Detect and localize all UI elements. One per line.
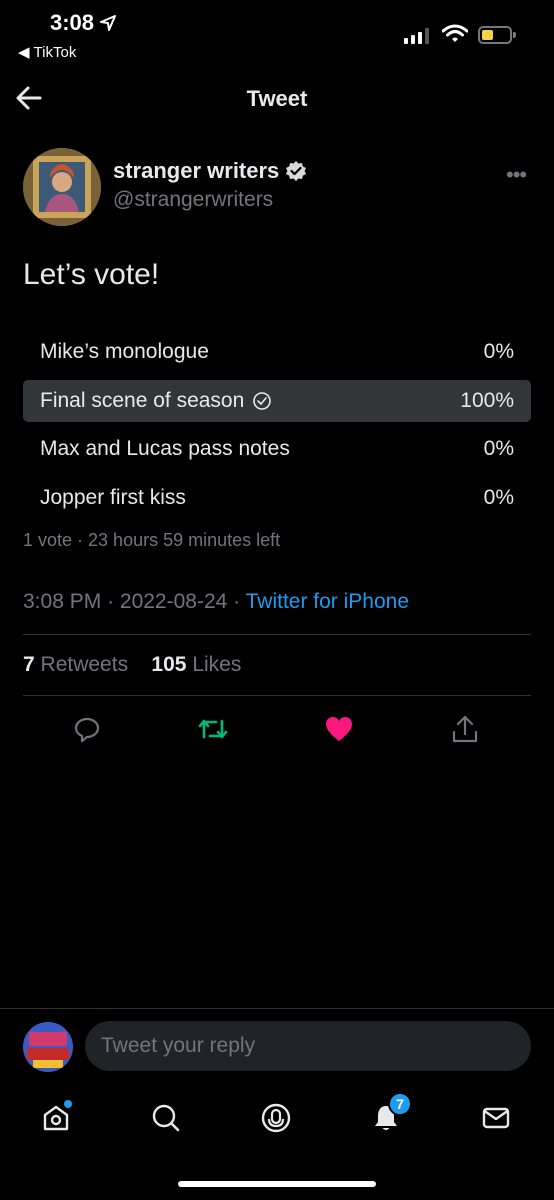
- poll-option-percent: 100%: [460, 388, 514, 412]
- tweet-timestamp: 3:08 PM · 2022-08-24 · Twitter for iPhon…: [23, 590, 410, 613]
- wifi-icon: [442, 24, 468, 42]
- poll-option-label: Final scene of season: [40, 389, 272, 413]
- share-icon: [452, 715, 478, 743]
- page-title: Tweet: [246, 86, 308, 111]
- my-avatar[interactable]: [23, 1022, 73, 1072]
- share-button[interactable]: [448, 712, 482, 746]
- spaces-microphone-icon: [261, 1103, 291, 1133]
- location-arrow-icon: [100, 15, 117, 31]
- cellular-signal-icon: [404, 28, 429, 44]
- divider: [0, 1008, 554, 1009]
- divider: [23, 634, 531, 635]
- poll-option: Max and Lucas pass notes 0%: [23, 428, 531, 470]
- author-avatar[interactable]: [23, 148, 101, 226]
- voted-check-icon: [253, 391, 272, 410]
- poll-option-percent: 0%: [483, 437, 514, 460]
- reply-icon: [74, 717, 100, 743]
- avatar-image: [23, 1022, 73, 1072]
- poll-option: Jopper first kiss 0%: [23, 477, 531, 519]
- likes-count[interactable]: 105 Likes: [151, 653, 241, 676]
- avatar-image: [23, 148, 101, 226]
- author-handle[interactable]: @strangerwriters: [113, 188, 273, 212]
- search-icon: [152, 1104, 180, 1132]
- heart-icon: [326, 717, 352, 741]
- tweet-stats: 7 Retweets 105 Likes: [23, 653, 241, 677]
- poll-option: Final scene of season 100%: [23, 379, 531, 422]
- tweet-source-link[interactable]: Twitter for iPhone: [246, 590, 409, 613]
- poll-meta: 1 vote · 23 hours 59 minutes left: [23, 530, 281, 550]
- mail-icon: [482, 1107, 510, 1129]
- poll-option-percent: 0%: [483, 340, 514, 363]
- notifications-badge: 7: [388, 1092, 412, 1116]
- back-triangle-icon: ◀: [18, 44, 30, 61]
- poll: Mike’s monologue 0% Final scene of season 1…: [23, 331, 531, 525]
- tab-home[interactable]: [36, 1098, 76, 1138]
- retweet-button[interactable]: [196, 712, 230, 746]
- tab-search[interactable]: [146, 1098, 186, 1138]
- reply-input[interactable]: [85, 1021, 531, 1071]
- tweet-text: Let’s vote!: [23, 258, 160, 291]
- verified-badge-icon: [286, 161, 307, 181]
- tab-messages[interactable]: [476, 1098, 516, 1138]
- status-bar: 3:08 ◀ TikTok: [0, 0, 554, 70]
- retweets-count[interactable]: 7 Retweets: [23, 653, 128, 676]
- tweet-actions: [0, 710, 554, 750]
- top-nav: Tweet: [0, 72, 554, 124]
- poll-option: Mike’s monologue 0%: [23, 331, 531, 373]
- more-options-icon[interactable]: •••: [506, 162, 527, 188]
- bottom-tab-bar: 7: [0, 1090, 554, 1150]
- back-to-app-link[interactable]: ◀ TikTok: [18, 43, 76, 62]
- status-time: 3:08: [50, 10, 117, 36]
- tab-notifications[interactable]: 7: [366, 1092, 412, 1138]
- like-button[interactable]: [322, 712, 356, 746]
- poll-option-label: Jopper first kiss: [40, 485, 186, 509]
- poll-option-label: Mike’s monologue: [40, 340, 209, 363]
- reply-button[interactable]: [70, 712, 104, 746]
- poll-option-percent: 0%: [483, 485, 514, 509]
- battery-icon: [478, 26, 516, 44]
- new-content-dot: [64, 1100, 72, 1108]
- divider: [23, 695, 531, 696]
- author-name[interactable]: stranger writers: [113, 158, 307, 184]
- poll-option-label: Max and Lucas pass notes: [40, 437, 290, 460]
- tab-spaces[interactable]: [256, 1098, 296, 1138]
- home-indicator: [178, 1181, 376, 1187]
- retweet-icon: [198, 719, 228, 739]
